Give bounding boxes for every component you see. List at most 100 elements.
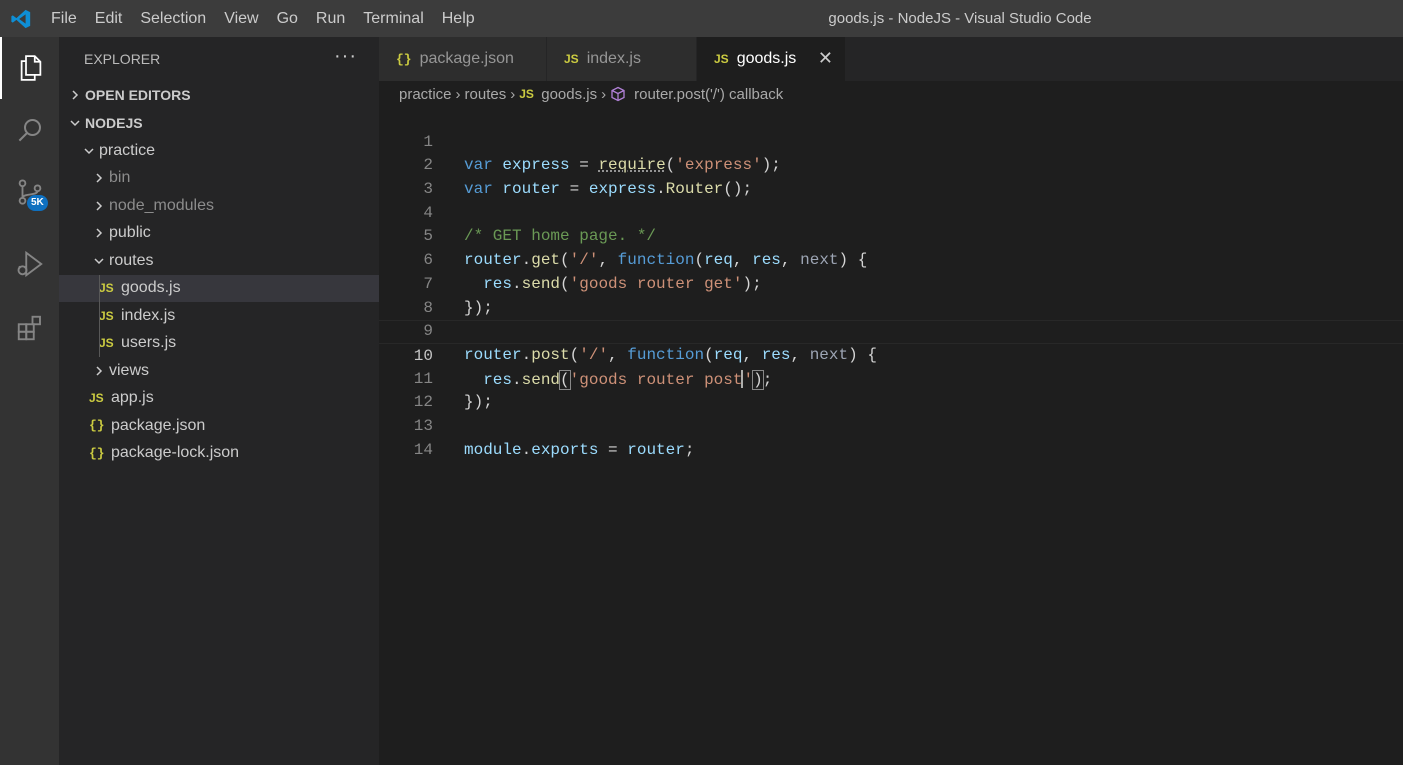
breadcrumb: practice › routes › JS goods.js › router… xyxy=(379,81,1403,107)
tree-file-goods-js[interactable]: JS goods.js xyxy=(59,274,379,302)
menu-run[interactable]: Run xyxy=(307,0,354,37)
tree-file-package-lock-json[interactable]: {} package-lock.json xyxy=(59,440,379,468)
tree-file-users-js[interactable]: JS users.js xyxy=(59,329,379,357)
tree-folder-routes[interactable]: routes xyxy=(59,247,379,275)
indent-guide xyxy=(99,329,100,357)
code-line: 9 router.post('/', function(req, res, ne… xyxy=(379,297,1403,364)
code-line: 4 /* GET home page. */ xyxy=(379,178,1403,246)
code-line: 11 }); xyxy=(379,344,1403,412)
chevron-right-icon: › xyxy=(455,85,461,103)
menu-help[interactable]: Help xyxy=(433,0,484,37)
indent-guide xyxy=(99,274,100,302)
tab-label: goods.js xyxy=(736,50,797,67)
js-file-icon: JS xyxy=(714,52,729,66)
chevron-right-icon xyxy=(89,168,109,188)
code-text: module.exports = router; xyxy=(464,440,695,459)
source-control-badge: 5K xyxy=(27,195,48,211)
explorer-sidebar: EXPLORER ··· OPEN EDITORS NODEJS practic… xyxy=(59,37,379,765)
breadcrumb-item[interactable]: goods.js xyxy=(541,86,597,103)
tree-item-label: routes xyxy=(109,251,154,269)
title-bar: File Edit Selection View Go Run Terminal… xyxy=(0,0,1403,37)
js-file-icon: JS xyxy=(519,87,534,101)
more-actions-icon[interactable]: ··· xyxy=(334,45,357,68)
activity-bar: 5K xyxy=(0,37,59,765)
vscode-logo-icon xyxy=(0,0,42,37)
line-number: 14 xyxy=(413,440,433,459)
menu-edit[interactable]: Edit xyxy=(86,0,132,37)
breadcrumb-item[interactable]: practice xyxy=(399,86,452,103)
tree-item-label: goods.js xyxy=(121,279,181,297)
run-debug-icon[interactable] xyxy=(0,233,59,295)
open-editors-label: OPEN EDITORS xyxy=(85,87,191,103)
editor-tabs: {} package.json JS index.js JS goods.js … xyxy=(379,37,1403,81)
window-title: goods.js - NodeJS - Visual Studio Code xyxy=(828,10,1092,27)
tab-label: package.json xyxy=(419,50,514,67)
explorer-title: EXPLORER xyxy=(84,51,161,67)
tree-item-label: practice xyxy=(99,141,156,159)
tab-label: index.js xyxy=(586,50,641,67)
menu-terminal[interactable]: Terminal xyxy=(354,0,432,37)
code-line: 14 xyxy=(379,415,1403,459)
open-editors-section[interactable]: OPEN EDITORS xyxy=(59,81,379,109)
chevron-right-icon xyxy=(89,223,109,243)
explorer-icon[interactable] xyxy=(0,37,59,99)
code-line-current: 10 res.send('goods router post'); xyxy=(379,320,1403,390)
tree-item-label: app.js xyxy=(111,389,154,407)
json-file-icon: {} xyxy=(89,418,105,434)
tree-folder-public[interactable]: public xyxy=(59,220,379,248)
menu-view[interactable]: View xyxy=(215,0,267,37)
json-file-icon: {} xyxy=(396,51,412,67)
code-editor[interactable]: 1 var express = require('express'); 2 va… xyxy=(379,107,1403,765)
chevron-down-icon xyxy=(79,141,99,161)
tree-folder-views[interactable]: views xyxy=(59,357,379,385)
tab-package-json[interactable]: {} package.json xyxy=(379,37,547,81)
menu-selection[interactable]: Selection xyxy=(131,0,215,37)
tab-goods-js[interactable]: JS goods.js ✕ xyxy=(697,37,846,81)
tree-folder-bin[interactable]: bin xyxy=(59,165,379,193)
tree-item-label: public xyxy=(109,224,151,242)
chevron-down-icon xyxy=(65,113,85,133)
code-line: 8 xyxy=(379,273,1403,317)
code-line: 2 var router = express.Router(); xyxy=(379,131,1403,198)
code-line: 13 module.exports = router; xyxy=(379,391,1403,459)
breadcrumb-item[interactable]: router.post('/') callback xyxy=(634,86,783,103)
tree-file-app-js[interactable]: JS app.js xyxy=(59,385,379,413)
menu-file[interactable]: File xyxy=(42,0,86,37)
tree-folder-node-modules[interactable]: node_modules xyxy=(59,192,379,220)
tree-folder-practice[interactable]: practice xyxy=(59,137,379,165)
explorer-header: EXPLORER ··· xyxy=(59,37,379,81)
tree-item-label: index.js xyxy=(121,306,176,324)
js-file-icon: JS xyxy=(564,52,579,66)
code-line: 7 }); xyxy=(379,249,1403,317)
tree-item-label: package.json xyxy=(111,416,206,434)
chevron-right-icon xyxy=(89,361,109,381)
tree-item-label: bin xyxy=(109,169,131,187)
code-line: 3 xyxy=(379,154,1403,198)
tree-file-package-json[interactable]: {} package.json xyxy=(59,412,379,440)
js-file-icon: JS xyxy=(99,281,114,296)
tree-file-index-js[interactable]: JS index.js xyxy=(59,302,379,330)
extensions-icon[interactable] xyxy=(0,297,59,359)
source-control-icon[interactable]: 5K xyxy=(0,161,59,223)
tab-index-js[interactable]: JS index.js xyxy=(547,37,697,81)
cube-symbol-icon xyxy=(610,86,626,102)
code-line: 5 router.get('/', function(req, res, nex… xyxy=(379,202,1403,269)
chevron-down-icon xyxy=(89,251,109,271)
chevron-right-icon: › xyxy=(510,85,516,103)
tree-item-label: users.js xyxy=(121,334,177,352)
chevron-right-icon: › xyxy=(601,85,607,103)
workspace-root-label: NODEJS xyxy=(85,115,143,131)
breadcrumb-item[interactable]: routes xyxy=(465,86,507,103)
menu-bar: File Edit Selection View Go Run Terminal… xyxy=(42,0,484,37)
js-file-icon: JS xyxy=(89,391,104,406)
search-icon[interactable] xyxy=(0,99,59,161)
workspace-root-section[interactable]: NODEJS xyxy=(59,109,379,137)
code-line: 1 var express = require('express'); xyxy=(379,107,1403,175)
code-line: 6 res.send('goods router get'); xyxy=(379,225,1403,293)
json-file-icon: {} xyxy=(89,445,105,461)
js-file-icon: JS xyxy=(99,336,114,351)
close-icon[interactable]: ✕ xyxy=(818,48,833,69)
menu-go[interactable]: Go xyxy=(268,0,307,37)
chevron-right-icon xyxy=(65,85,85,105)
code-line: 12 xyxy=(379,368,1403,411)
